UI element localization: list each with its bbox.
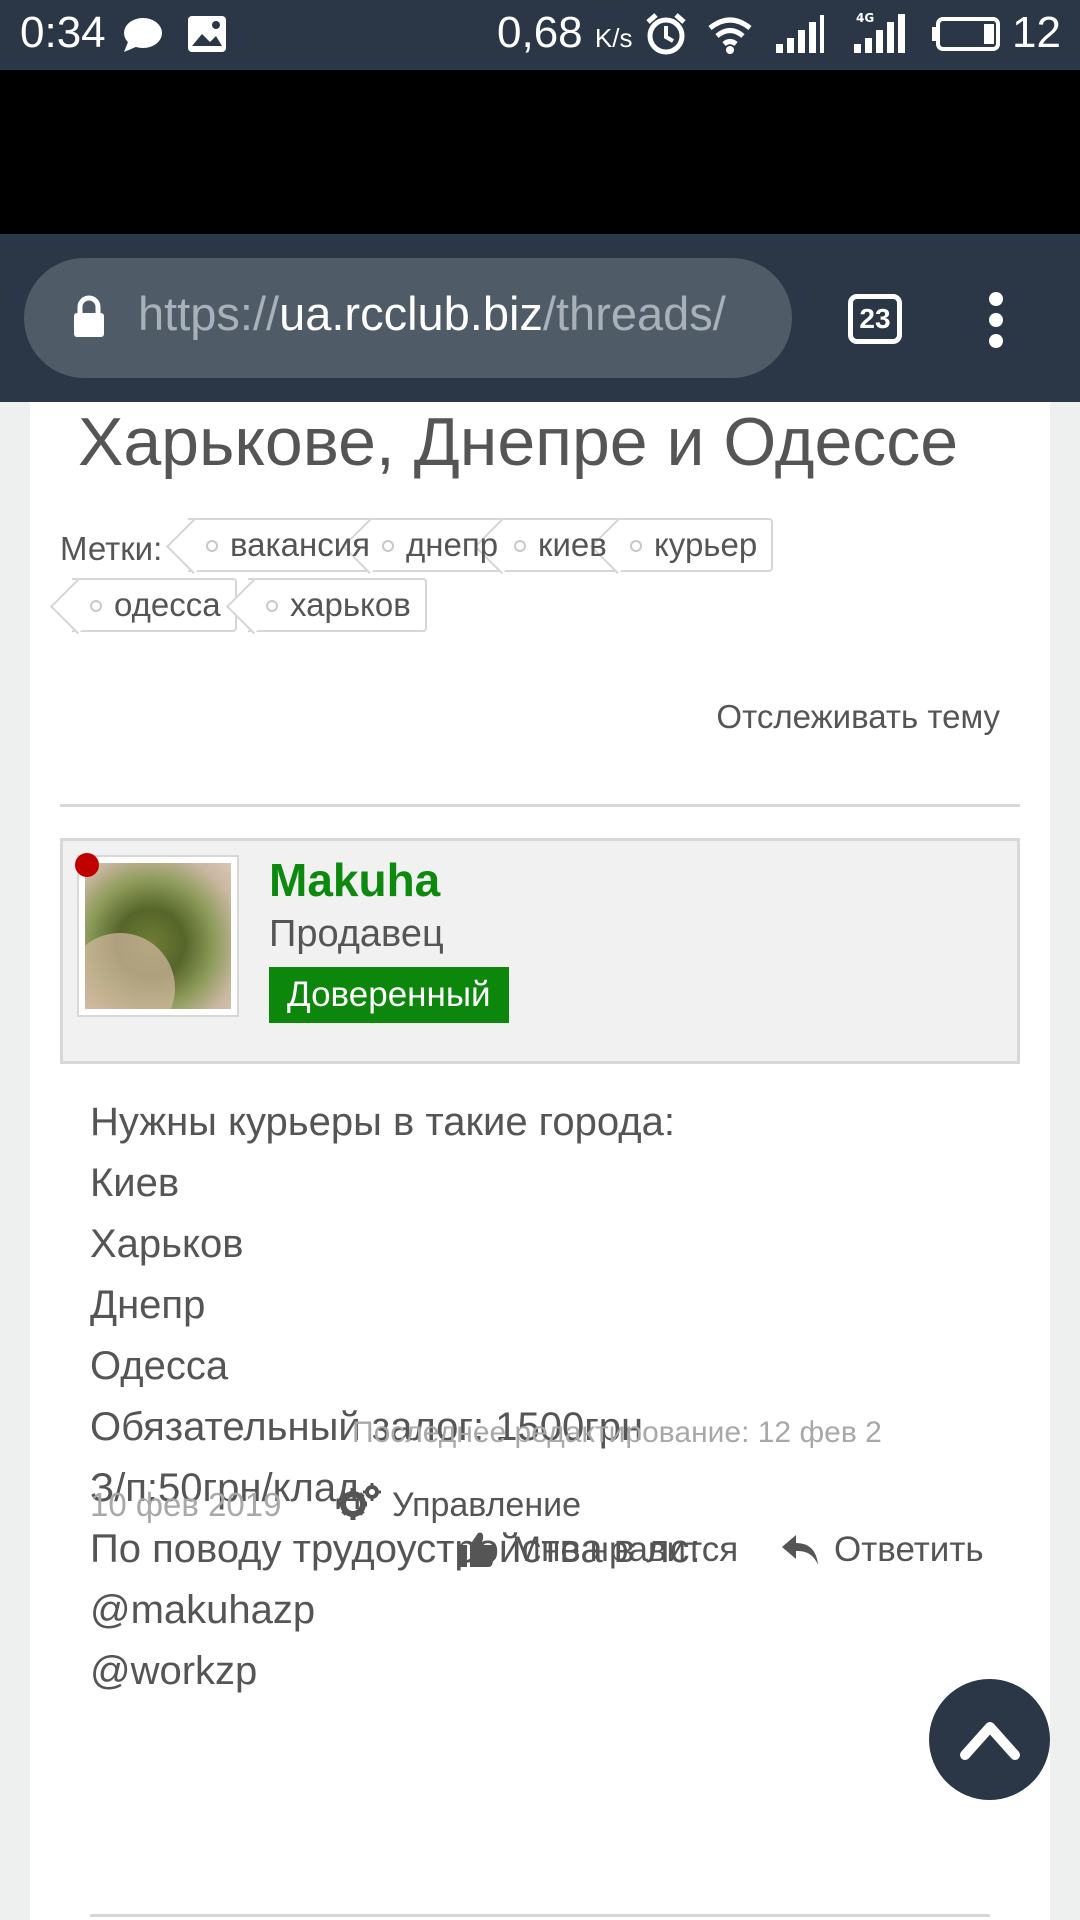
last-edited-note: Последнее редактирование: 12 фев 2 bbox=[352, 1416, 882, 1449]
tab-count: 23 bbox=[859, 303, 891, 334]
like-button[interactable]: Мне нравится bbox=[458, 1530, 738, 1570]
url-text: https://ua.rcclub.biz/threads/ bbox=[138, 287, 726, 340]
post-line: Нужны курьеры в такие города: bbox=[90, 1100, 675, 1144]
tag-vacancy[interactable]: вакансия bbox=[188, 518, 387, 572]
trusted-badge: Доверенный bbox=[269, 967, 509, 1023]
signal-icon bbox=[776, 15, 824, 53]
thread-title: Харькове, Днепре и Одессе bbox=[78, 404, 959, 480]
avatar[interactable] bbox=[77, 855, 239, 1017]
svg-text:4G: 4G bbox=[856, 11, 874, 25]
reply-icon bbox=[782, 1535, 818, 1565]
signal-4g-icon: 4G bbox=[854, 11, 905, 53]
tag-kharkov[interactable]: харьков bbox=[248, 578, 427, 632]
network-speed: 0,68 K/s bbox=[497, 8, 633, 57]
divider bbox=[60, 804, 1020, 807]
manage-label: Управление bbox=[392, 1486, 582, 1524]
thumbs-up-icon bbox=[458, 1532, 497, 1567]
post-date[interactable]: 10 фев 2019 bbox=[90, 1486, 282, 1524]
browser-toolbar: https://ua.rcclub.biz/threads/ 23 bbox=[0, 234, 1080, 402]
image-notification-icon bbox=[188, 16, 226, 52]
status-bar: 0:34 0,68 K/s 4G 12 bbox=[0, 0, 1080, 70]
like-label: Мне нравится bbox=[512, 1530, 739, 1569]
page-content: Харькове, Днепре и Одессе Метки: ваканси… bbox=[30, 402, 1050, 1920]
post-body: Нужны курьеры в такие города: Киев Харьк… bbox=[90, 1092, 701, 1702]
gears-icon bbox=[339, 1483, 381, 1520]
post-line: Днепр bbox=[90, 1283, 206, 1327]
chevron-up-icon bbox=[960, 1722, 1020, 1760]
tab-switcher-button[interactable]: 23 bbox=[848, 294, 902, 344]
wifi-icon bbox=[708, 17, 752, 54]
alarm-icon bbox=[646, 13, 686, 55]
reply-button[interactable]: Ответить bbox=[780, 1530, 984, 1570]
post-line: @workzp bbox=[90, 1649, 258, 1693]
follow-thread-link[interactable]: Отслеживать тему bbox=[716, 698, 1000, 736]
url-bar[interactable]: https://ua.rcclub.biz/threads/ bbox=[24, 258, 792, 378]
reply-label: Ответить bbox=[834, 1530, 984, 1569]
clock: 0:34 bbox=[20, 8, 106, 57]
divider bbox=[90, 1914, 990, 1917]
post-line: Киев bbox=[90, 1161, 180, 1205]
tag-courier[interactable]: курьер bbox=[612, 518, 774, 572]
tag-odessa[interactable]: одесса bbox=[72, 578, 237, 632]
author-role: Продавец bbox=[269, 913, 444, 955]
tag-kiev[interactable]: киев bbox=[496, 518, 623, 572]
black-band bbox=[0, 70, 1080, 234]
tags-label: Метки: bbox=[60, 530, 163, 567]
battery-level: 12 bbox=[1012, 8, 1061, 57]
post-line: Одесса bbox=[90, 1344, 229, 1388]
scroll-to-top-button[interactable] bbox=[929, 1679, 1050, 1800]
author-card: Makuha Продавец Доверенный bbox=[60, 838, 1020, 1064]
overflow-menu-icon[interactable] bbox=[984, 292, 1008, 348]
battery-icon bbox=[932, 17, 1000, 51]
post-line: Харьков bbox=[90, 1222, 244, 1266]
manage-button[interactable]: Управление bbox=[338, 1482, 581, 1525]
post-line: @makuhazp bbox=[90, 1588, 316, 1632]
lock-icon bbox=[74, 295, 104, 337]
chat-icon bbox=[124, 18, 162, 52]
author-name[interactable]: Makuha bbox=[269, 853, 440, 907]
online-indicator bbox=[75, 853, 99, 877]
